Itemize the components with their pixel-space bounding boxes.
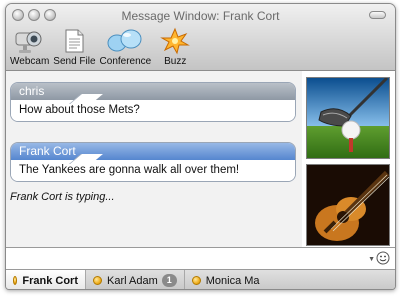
smiley-icon	[376, 251, 390, 268]
dropdown-arrow-icon: ▼	[368, 256, 375, 263]
buzz-button[interactable]: Buzz	[155, 27, 195, 67]
message-bubble: chris How about those Mets?	[10, 82, 296, 122]
webcam-icon	[13, 27, 47, 55]
conference-icon	[103, 27, 147, 55]
typing-indicator: Frank Cort is typing...	[10, 191, 115, 203]
webcam-label: Webcam	[10, 56, 50, 67]
message-sender: chris	[11, 83, 295, 100]
conference-button[interactable]: Conference	[99, 27, 152, 67]
send-file-label: Send File	[53, 56, 96, 67]
status-available-icon	[93, 276, 102, 285]
message-sender: Frank Cort	[11, 143, 295, 160]
tab-frank-cort[interactable]: Frank Cort	[6, 270, 86, 289]
message-window: Message Window: Frank Cort Webcam Send F…	[5, 3, 396, 290]
tab-label: Karl Adam	[107, 274, 158, 287]
window-title: Message Window: Frank Cort	[121, 9, 280, 23]
toolbar: Webcam Send File Conference Buzz	[10, 27, 199, 67]
tab-label: Frank Cort	[22, 274, 78, 287]
tab-label: Monica Ma	[205, 274, 260, 287]
message-bubble: Frank Cort The Yankees are gonna walk al…	[10, 142, 296, 182]
message-text: The Yankees are gonna walk all over them…	[11, 160, 295, 181]
conversation-area: chris How about those Mets? Frank Cort T…	[6, 71, 395, 247]
status-available-icon	[13, 276, 18, 285]
send-file-icon	[57, 27, 91, 55]
buddy-icon-golf[interactable]	[306, 77, 390, 159]
emoticon-button[interactable]: ▼	[368, 251, 390, 268]
tab-monica-ma[interactable]: Monica Ma	[185, 270, 267, 289]
send-file-button[interactable]: Send File	[53, 27, 96, 67]
webcam-button[interactable]: Webcam	[10, 27, 49, 67]
buddy-icon-guitar[interactable]	[306, 164, 390, 246]
message-input-row: ▼	[6, 247, 395, 269]
chat-tabs: Frank Cort Karl Adam 1 Monica Ma	[6, 269, 395, 289]
toolbar-toggle-button[interactable]	[369, 11, 386, 19]
message-transcript: chris How about those Mets? Frank Cort T…	[6, 71, 302, 247]
tab-karl-adam[interactable]: Karl Adam 1	[86, 270, 185, 289]
window-chrome: Message Window: Frank Cort Webcam Send F…	[6, 4, 395, 71]
buddy-pictures	[302, 71, 395, 247]
buzz-icon	[155, 27, 195, 55]
buzz-label: Buzz	[164, 56, 187, 67]
status-available-icon	[191, 276, 201, 285]
message-input[interactable]	[9, 250, 367, 267]
conference-label: Conference	[99, 56, 152, 67]
unread-count-badge: 1	[161, 274, 177, 287]
message-text: How about those Mets?	[11, 100, 295, 121]
